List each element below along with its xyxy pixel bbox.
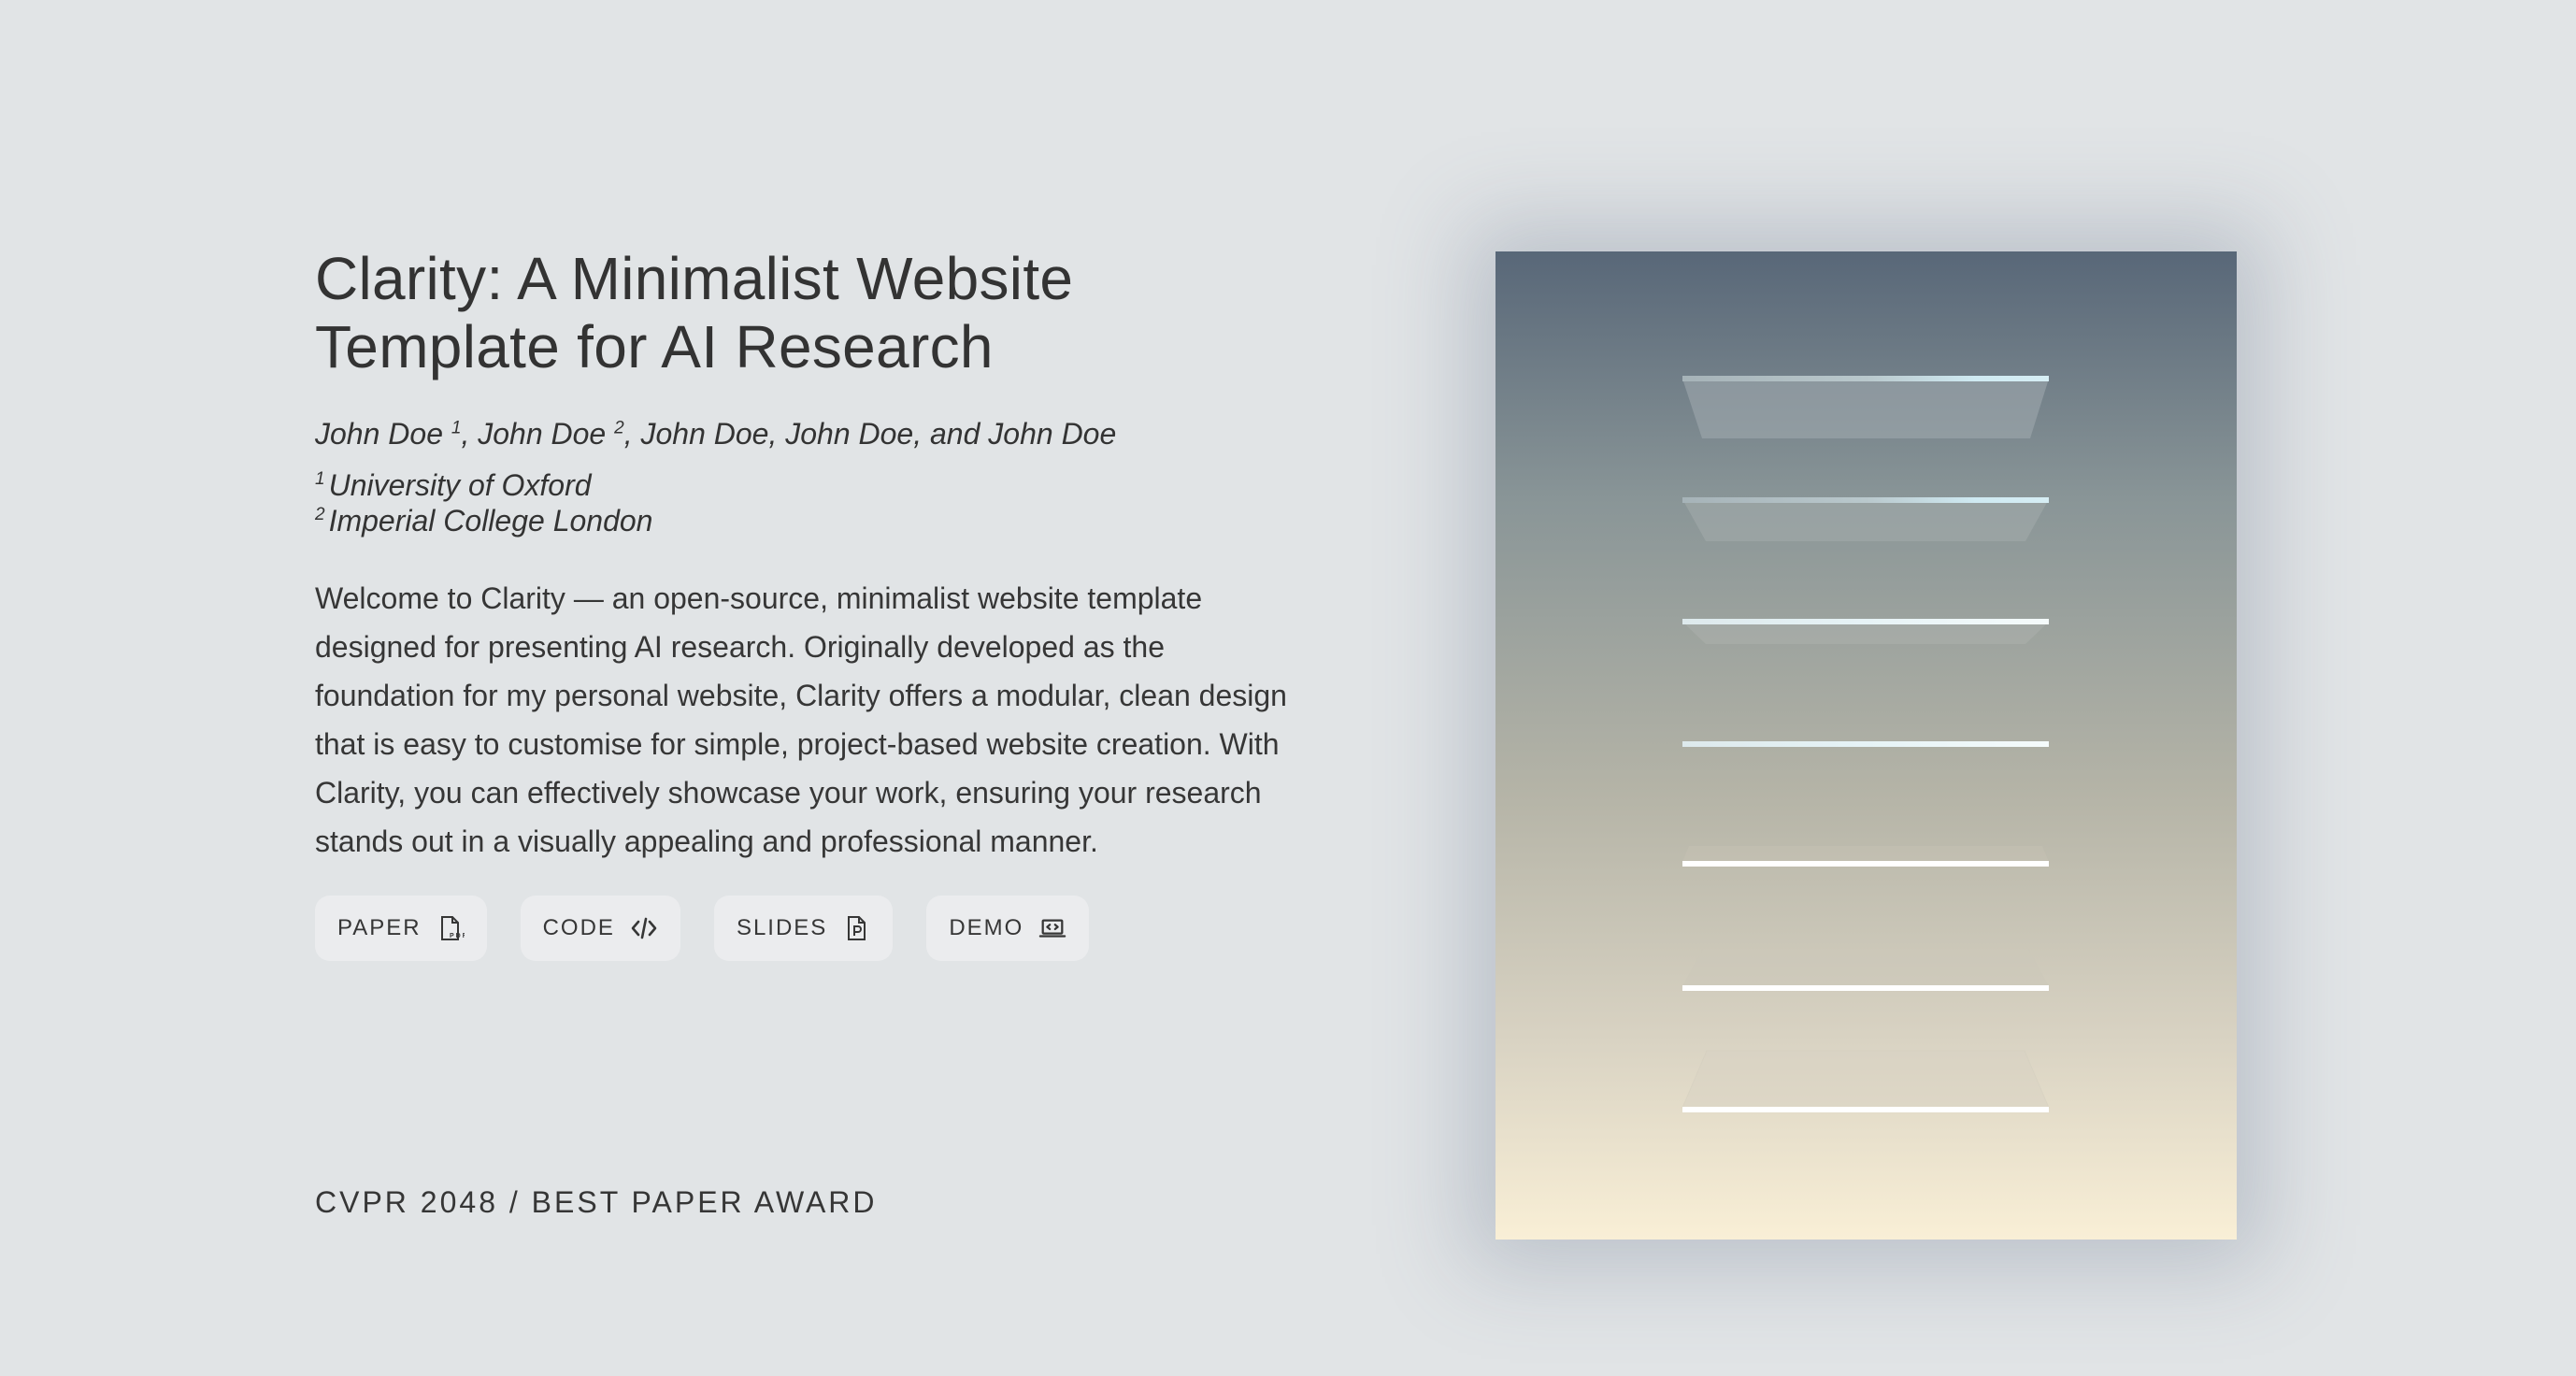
pdf-file-icon: PDF	[436, 914, 465, 942]
author-text-2: , John Doe	[461, 417, 615, 451]
author-sup-1: 1	[451, 418, 462, 438]
code-icon	[630, 914, 658, 942]
affiliation-list: 1 University of Oxford 2 Imperial College …	[315, 467, 1324, 538]
demo-button-label: DEMO	[949, 915, 1024, 940]
shelf-illustration	[1682, 376, 2050, 1112]
page-title: Clarity: A Minimalist Website Template f…	[315, 245, 1324, 381]
shelf-6	[1682, 949, 2049, 991]
teaser-image	[1496, 251, 2237, 1240]
shelf-2	[1682, 497, 2049, 541]
slides-file-icon	[842, 914, 870, 942]
teaser-figure	[1496, 251, 2237, 1240]
slides-button[interactable]: SLIDES	[713, 896, 894, 961]
svg-text:PDF: PDF	[450, 933, 465, 939]
shelf-3	[1682, 619, 2049, 644]
demo-button[interactable]: DEMO	[926, 896, 1090, 961]
affiliation-name: Imperial College London	[328, 504, 653, 538]
code-button-label: CODE	[542, 915, 615, 940]
laptop-code-icon	[1038, 914, 1066, 942]
title-line-2: Template for AI Research	[315, 313, 994, 380]
affiliation-name: University of Oxford	[328, 468, 592, 502]
paper-button-label: PAPER	[337, 915, 422, 940]
shelf-7	[1682, 1050, 2050, 1112]
affiliation-sup: 2	[315, 505, 325, 525]
slides-button-label: SLIDES	[736, 915, 828, 940]
link-buttons: PAPER PDF CODE SLIDES	[315, 896, 1324, 961]
code-button[interactable]: CODE	[520, 896, 680, 961]
shelf-1	[1682, 376, 2049, 438]
shelf-4	[1682, 741, 2049, 747]
author-list: John Doe 1, John Doe 2, John Doe, John D…	[315, 415, 1324, 452]
venue-award: CVPR 2048 / BEST PAPER AWARD	[315, 1185, 878, 1219]
affiliation-item: 1 University of Oxford	[315, 467, 1324, 503]
affiliation-sup: 1	[315, 469, 325, 490]
author-text-3: , John Doe, John Doe, and John Doe	[623, 417, 1117, 451]
affiliation-item: 2 Imperial College London	[315, 503, 1324, 538]
title-line-1: Clarity: A Minimalist Website	[315, 245, 1074, 312]
paper-button[interactable]: PAPER PDF	[315, 896, 487, 961]
abstract-text: Welcome to Clarity — an open-source, min…	[315, 581, 1287, 858]
shelf-5	[1682, 846, 2049, 867]
hero-content: Clarity: A Minimalist Website Template f…	[315, 245, 1324, 961]
author-text-1: John Doe	[315, 417, 451, 451]
author-sup-2: 2	[614, 418, 624, 438]
